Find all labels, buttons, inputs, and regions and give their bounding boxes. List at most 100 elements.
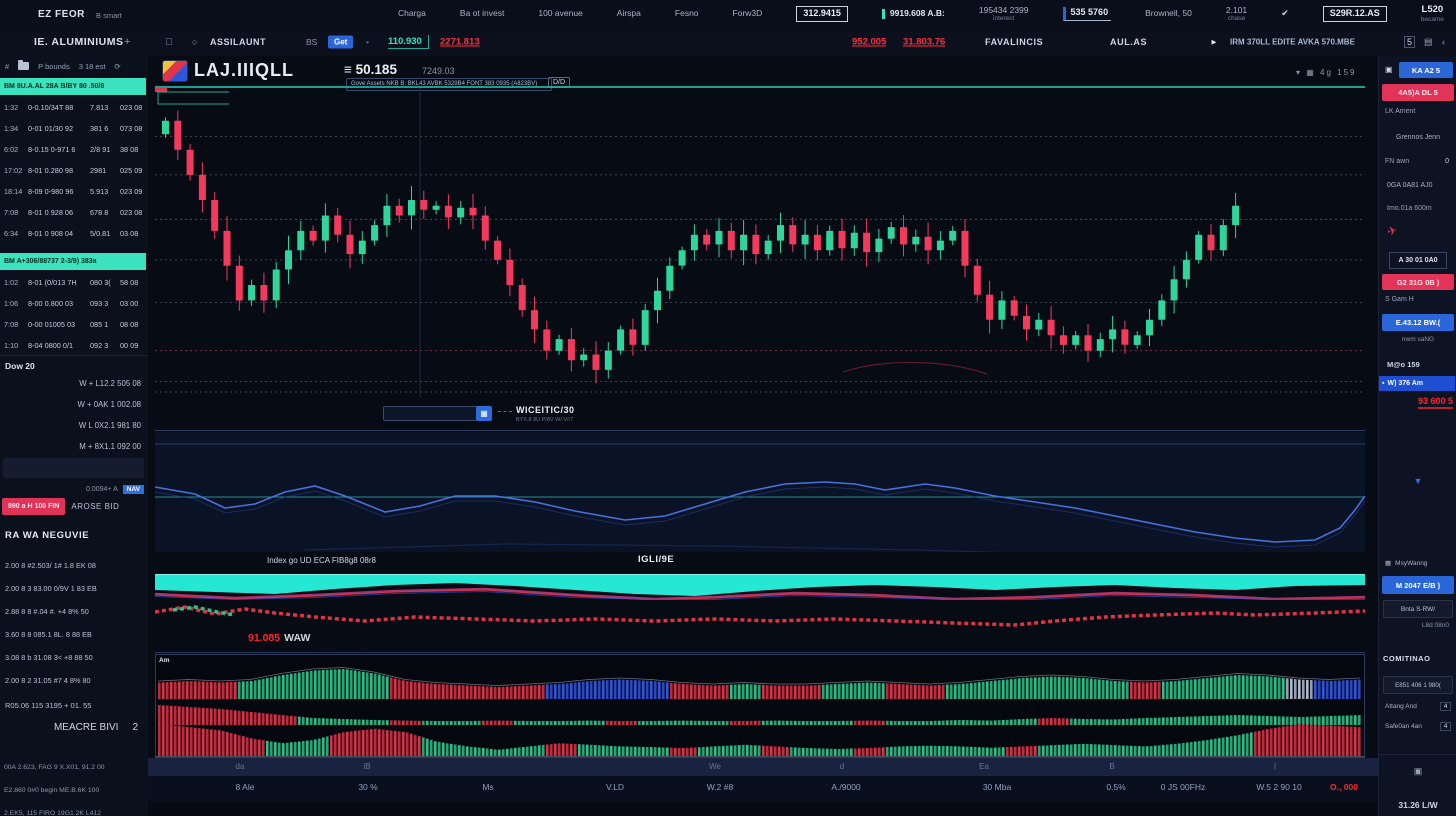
quote-value-2: 03 00: [120, 299, 148, 308]
quote-time: 1:10: [0, 341, 28, 350]
get-button[interactable]: Get: [328, 36, 353, 49]
add-symbol-button[interactable]: +: [124, 36, 130, 48]
quote-row[interactable]: 17:028-01 0.280 982981025 09: [0, 160, 148, 181]
position-row[interactable]: W L 0X2.1 981 80: [0, 415, 148, 436]
quote-row[interactable]: 7:080-00 01005 03085 108 08: [0, 314, 148, 335]
menu-item-9[interactable]: 535 5760: [1063, 7, 1112, 21]
quote-value-1: 7.813: [90, 103, 120, 112]
quote-code: 8-01 0.280 98: [28, 166, 90, 175]
layout-icon[interactable]: 5: [1404, 36, 1415, 48]
menu-item-13[interactable]: S29R.12.AS: [1323, 6, 1387, 22]
candlestick-chart[interactable]: [155, 88, 1365, 397]
search-apply-button[interactable]: ▦: [476, 406, 492, 421]
menu-item-10[interactable]: Brownell, 50: [1145, 9, 1192, 18]
menu-item-11[interactable]: 2.101chase: [1226, 6, 1247, 22]
quote-code: 8-00 0.800 03: [28, 299, 90, 308]
order-info-2: Imo.01a 600m: [1387, 205, 1432, 212]
quote-value-1: 085 1: [90, 320, 120, 329]
sell-button[interactable]: 890 a H 100 FIN: [2, 498, 65, 515]
position-row[interactable]: M + 8X1.1 092 00: [0, 436, 148, 457]
position-row[interactable]: W + 0AK 1 002.08: [0, 394, 148, 415]
quote-row[interactable]: 1:340-01 01/30 92381 6073 08: [0, 118, 148, 139]
indicator-sub-label: BYX.8 8U P/8V W/ V//7: [516, 417, 573, 423]
quote-row[interactable]: 18:148-09 0-980 965.913023 09: [0, 181, 148, 202]
menu-item-0[interactable]: Charga: [398, 9, 426, 18]
quote-value-1: 2981: [90, 166, 120, 175]
last-send-label: L8d 08n0: [1422, 622, 1449, 629]
hash-icon[interactable]: #: [5, 62, 9, 71]
folder-icon[interactable]: [18, 62, 29, 70]
download-arrow-icon[interactable]: ▼: [1379, 476, 1456, 486]
quote-row[interactable]: 1:068-00 0.800 03093 303 00: [0, 293, 148, 314]
option-row-1[interactable]: Attang And 4: [1385, 700, 1451, 712]
panel-top-button[interactable]: KA A2 5: [1399, 62, 1453, 78]
menu-item-1[interactable]: Ba ot invest: [460, 9, 504, 18]
sell-order-button[interactable]: G2 31G 0B ): [1382, 274, 1454, 290]
draw-tool-icon[interactable]: □: [166, 37, 172, 48]
secondary-button[interactable]: Bnta S-RW/: [1383, 600, 1453, 618]
detail-row: 2.00 8 #2.503/ 1# 1.8 EK 08: [0, 554, 148, 577]
menu-item-sub: interest: [979, 15, 1029, 22]
oscillator-pane[interactable]: [155, 432, 1365, 552]
confirmation-button[interactable]: E851 406 1 980(: [1383, 676, 1453, 694]
meacre-row: MEACRE BIVI 2: [0, 722, 138, 733]
x-axis-value: Ms: [482, 782, 493, 792]
cursor-tool-icon[interactable]: ►: [1210, 38, 1218, 47]
send-plane-icon[interactable]: ✈: [1385, 223, 1398, 239]
nav-chip[interactable]: NAV: [123, 485, 144, 494]
quote-row[interactable]: 1:028-01 (0/013 7H080 3(58 08: [0, 272, 148, 293]
menu-item-3[interactable]: Airspa: [617, 9, 641, 18]
quote-row[interactable]: 7:088-01 0 928 06678 8023 08: [0, 202, 148, 223]
quote-value-2: 38 08: [120, 145, 148, 154]
panel-bottom-icon[interactable]: ▣: [1379, 766, 1456, 777]
volume-band-chart[interactable]: [155, 574, 1365, 600]
menu-item-4[interactable]: Fesno: [675, 9, 699, 18]
menu-item-2[interactable]: 100 avenue: [538, 9, 582, 18]
quote-value-1: 5/0.81: [90, 229, 120, 238]
collapse-icon[interactable]: ‹: [1442, 37, 1445, 47]
quote-code: 0-01 01/30 92: [28, 124, 90, 133]
chart-header-icons[interactable]: ▾ ▦ 4g 159: [1296, 68, 1357, 77]
quantity-box[interactable]: A 30 01 0A0: [1389, 252, 1447, 269]
quote-row[interactable]: 6:028-0.15 0-971 62/8 9138 08: [0, 139, 148, 160]
histogram-pane[interactable]: Am: [155, 654, 1365, 758]
assistant-label[interactable]: ASSILAUNT: [210, 37, 266, 47]
chart-search-input[interactable]: [383, 406, 477, 421]
favalincis-tab[interactable]: FAVALINCIS: [985, 37, 1043, 47]
highlighted-quote-row-1[interactable]: BM 8U.A.AL 28A B/BY 80 .50/8: [0, 78, 146, 95]
menu-item-5[interactable]: Forw3D: [733, 9, 763, 18]
chart-toolbar: IE. ALUMINIUMS + □ ○ ASSILAUNT BS Get • …: [0, 28, 1456, 57]
quote-row[interactable]: 6:348-01 0 908 045/0.8103 08: [0, 223, 148, 244]
menu-item-7[interactable]: 9919.608 A.B:: [882, 9, 945, 18]
quote-row[interactable]: 1:320-0.10/34T 887.813023 08: [0, 97, 148, 118]
option-2-value[interactable]: 4: [1440, 722, 1451, 731]
quote-list-1: 1:320-0.10/34T 887.813023 081:340-01 01/…: [0, 97, 148, 244]
menu-item-14[interactable]: L520became: [1421, 5, 1444, 23]
menu-item-12[interactable]: ✔: [1281, 9, 1289, 19]
buy-order-button[interactable]: E.43.12 BW.(: [1382, 314, 1454, 331]
refresh-icon[interactable]: ⟳: [114, 62, 120, 71]
order-info-1: 0GA 0A81 AJ0: [1387, 182, 1433, 189]
aulas-tab[interactable]: AUL.AS: [1110, 37, 1147, 47]
option-row-2[interactable]: Safe0an 4an 4: [1385, 720, 1451, 732]
shape-tool-icon[interactable]: ○: [192, 37, 197, 47]
option-1-value[interactable]: 4: [1440, 702, 1451, 711]
list-icon[interactable]: ▤: [1424, 37, 1433, 48]
footer-row: 2.EK5, 115 FIRO 19G1 2K L412: [0, 802, 148, 816]
quote-row[interactable]: 1:108-04 0800 0/1092 300 09: [0, 335, 148, 356]
quote-value-teal: 110.930: [388, 35, 429, 49]
panel-window-icon[interactable]: ▣: [1385, 65, 1393, 74]
cancel-all-button[interactable]: 4A5)A DL 5: [1382, 84, 1454, 101]
confirm-order-button[interactable]: M 2047 E/B ): [1382, 576, 1454, 594]
quote-time: 18:14: [0, 187, 28, 196]
highlighted-quote-row-2[interactable]: BM A+306/88737 2-3/9) 383a: [0, 253, 146, 270]
position-row[interactable]: W + L12.2 505 08: [0, 373, 148, 394]
bounds-label[interactable]: P bounds: [38, 62, 70, 71]
histogram-chart[interactable]: [156, 655, 1364, 757]
menu-item-6[interactable]: 312.9415: [796, 6, 848, 22]
quote-value-2: 023 08: [120, 103, 148, 112]
menu-item-8[interactable]: 195434 2399interest: [979, 6, 1029, 22]
red-dotted-indicator[interactable]: [155, 602, 1365, 630]
empty-slot-box[interactable]: [3, 458, 144, 478]
selected-order-row[interactable]: ▪ W) 376 Am: [1379, 376, 1455, 391]
